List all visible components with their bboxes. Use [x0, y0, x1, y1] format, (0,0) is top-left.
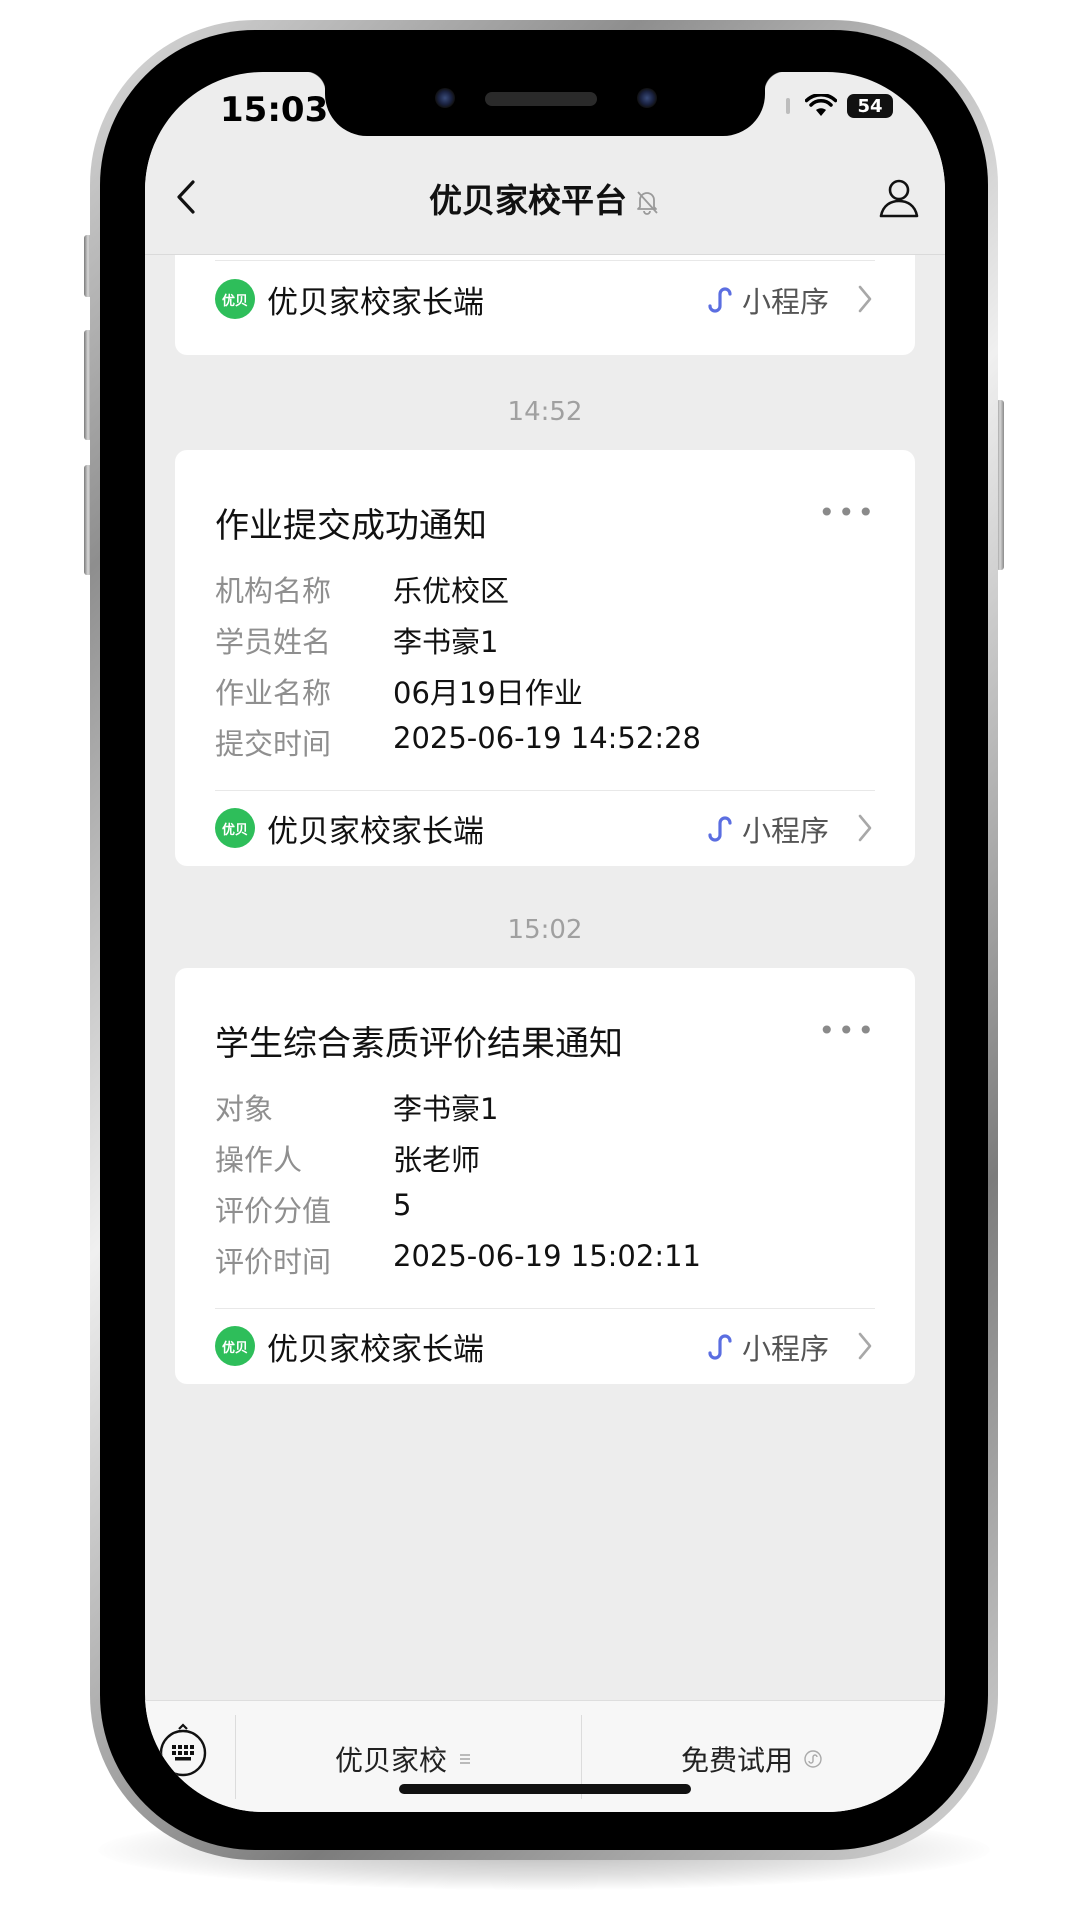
mini-program-row[interactable]: 优贝 优贝家校家长端 小程序	[215, 802, 875, 862]
page-title: 优贝家校平台	[145, 174, 945, 222]
menu-button-youbei[interactable]: 优贝家校	[335, 1739, 473, 1779]
card-title: 作业提交成功通知	[215, 506, 487, 546]
signal-icon	[786, 98, 790, 114]
field-value: 李书豪1	[393, 1092, 499, 1126]
status-time: 15:03	[220, 90, 329, 130]
field-value: 2025-06-19 14:52:28	[393, 721, 701, 755]
app-logo: 优贝	[215, 808, 255, 848]
mute-bell-icon	[637, 191, 658, 215]
chat-area: 优贝 优贝家校家长端 小程序 14:52 作业提交成功通知 ••• 机构名称 乐…	[145, 255, 945, 1700]
message-card: 作业提交成功通知 ••• 机构名称 乐优校区 学员姓名 李书豪1 作业名称 06…	[175, 450, 915, 866]
phone-screen: 15:03 54 优贝家校平台 优贝 优贝家校家长端 小程序 14:52 作业提…	[145, 72, 945, 1812]
field-label: 提交时间	[215, 727, 332, 761]
chevron-right-icon	[858, 1332, 872, 1360]
field-value: 张老师	[393, 1143, 481, 1177]
more-dots-icon[interactable]: •••	[818, 496, 877, 529]
message-timestamp: 15:02	[507, 915, 583, 945]
app-logo-text: 优贝	[221, 822, 248, 838]
field-value: 2025-06-19 15:02:11	[393, 1239, 701, 1273]
more-dots-icon[interactable]: •••	[818, 1014, 877, 1047]
field-label: 评价分值	[215, 1194, 332, 1228]
field-label: 作业名称	[215, 676, 332, 710]
card-divider	[215, 260, 875, 261]
field-value: 5	[393, 1188, 412, 1222]
bottom-menu-bar: 优贝家校 免费试用	[145, 1700, 945, 1812]
message-card: 学生综合素质评价结果通知 ••• 对象 李书豪1 操作人 张老师 评价分值 5 …	[175, 968, 915, 1384]
mini-program-tag: 小程序	[706, 1326, 829, 1368]
battery-icon: 54	[847, 94, 893, 118]
message-card: 优贝 优贝家校家长端 小程序	[175, 255, 915, 355]
field-label: 对象	[215, 1092, 274, 1126]
menu-button-free-trial[interactable]: 免费试用	[681, 1739, 823, 1779]
card-title: 学生综合素质评价结果通知	[215, 1024, 623, 1064]
mini-program-row[interactable]: 优贝 优贝家校家长端 小程序	[215, 273, 875, 333]
field-value: 李书豪1	[393, 625, 499, 659]
mini-program-tag: 小程序	[706, 279, 829, 321]
field-label: 操作人	[215, 1143, 303, 1177]
card-divider	[215, 790, 875, 791]
menu-button-label: 优贝家校	[335, 1744, 448, 1777]
mini-program-small-icon	[804, 1750, 822, 1768]
wifi-icon	[805, 94, 837, 116]
field-label: 学员姓名	[215, 625, 332, 659]
battery-level: 54	[857, 95, 883, 117]
card-divider	[215, 1308, 875, 1309]
nav-bar: 优贝家校平台	[145, 142, 945, 255]
menu-lines-icon	[460, 1754, 471, 1764]
field-value: 乐优校区	[393, 574, 510, 608]
mini-program-tag-label: 小程序	[741, 285, 829, 319]
page-title-text: 优贝家校平台	[429, 181, 627, 220]
field-label: 评价时间	[215, 1245, 332, 1279]
home-indicator[interactable]	[399, 1784, 691, 1794]
profile-icon[interactable]	[873, 172, 925, 224]
field-value: 06月19日作业	[393, 676, 583, 710]
app-logo-text: 优贝	[221, 1340, 248, 1356]
menu-button-label: 免费试用	[681, 1744, 794, 1777]
mini-program-link-icon	[708, 816, 732, 842]
status-icons: 54	[781, 94, 893, 118]
mini-program-tag: 小程序	[706, 808, 829, 850]
keyboard-icon[interactable]	[155, 1723, 211, 1779]
face-sensor	[637, 88, 657, 108]
chevron-right-icon	[858, 814, 872, 842]
mini-program-link-icon	[708, 1334, 732, 1360]
mini-program-link-icon	[708, 287, 732, 313]
chevron-right-icon	[858, 285, 872, 313]
mini-program-name: 优贝家校家长端	[267, 285, 484, 321]
app-logo: 优贝	[215, 1326, 255, 1366]
mini-program-tag-label: 小程序	[741, 1332, 829, 1366]
app-logo-text: 优贝	[221, 293, 248, 309]
notch	[305, 72, 785, 136]
menu-divider	[235, 1715, 236, 1799]
earpiece-speaker	[485, 92, 597, 106]
app-logo: 优贝	[215, 279, 255, 319]
field-label: 机构名称	[215, 574, 332, 608]
message-timestamp: 14:52	[507, 397, 583, 427]
mini-program-name: 优贝家校家长端	[267, 814, 484, 850]
mini-program-tag-label: 小程序	[741, 814, 829, 848]
mini-program-name: 优贝家校家长端	[267, 1332, 484, 1368]
front-camera	[435, 88, 455, 108]
mini-program-row[interactable]: 优贝 优贝家校家长端 小程序	[215, 1320, 875, 1380]
